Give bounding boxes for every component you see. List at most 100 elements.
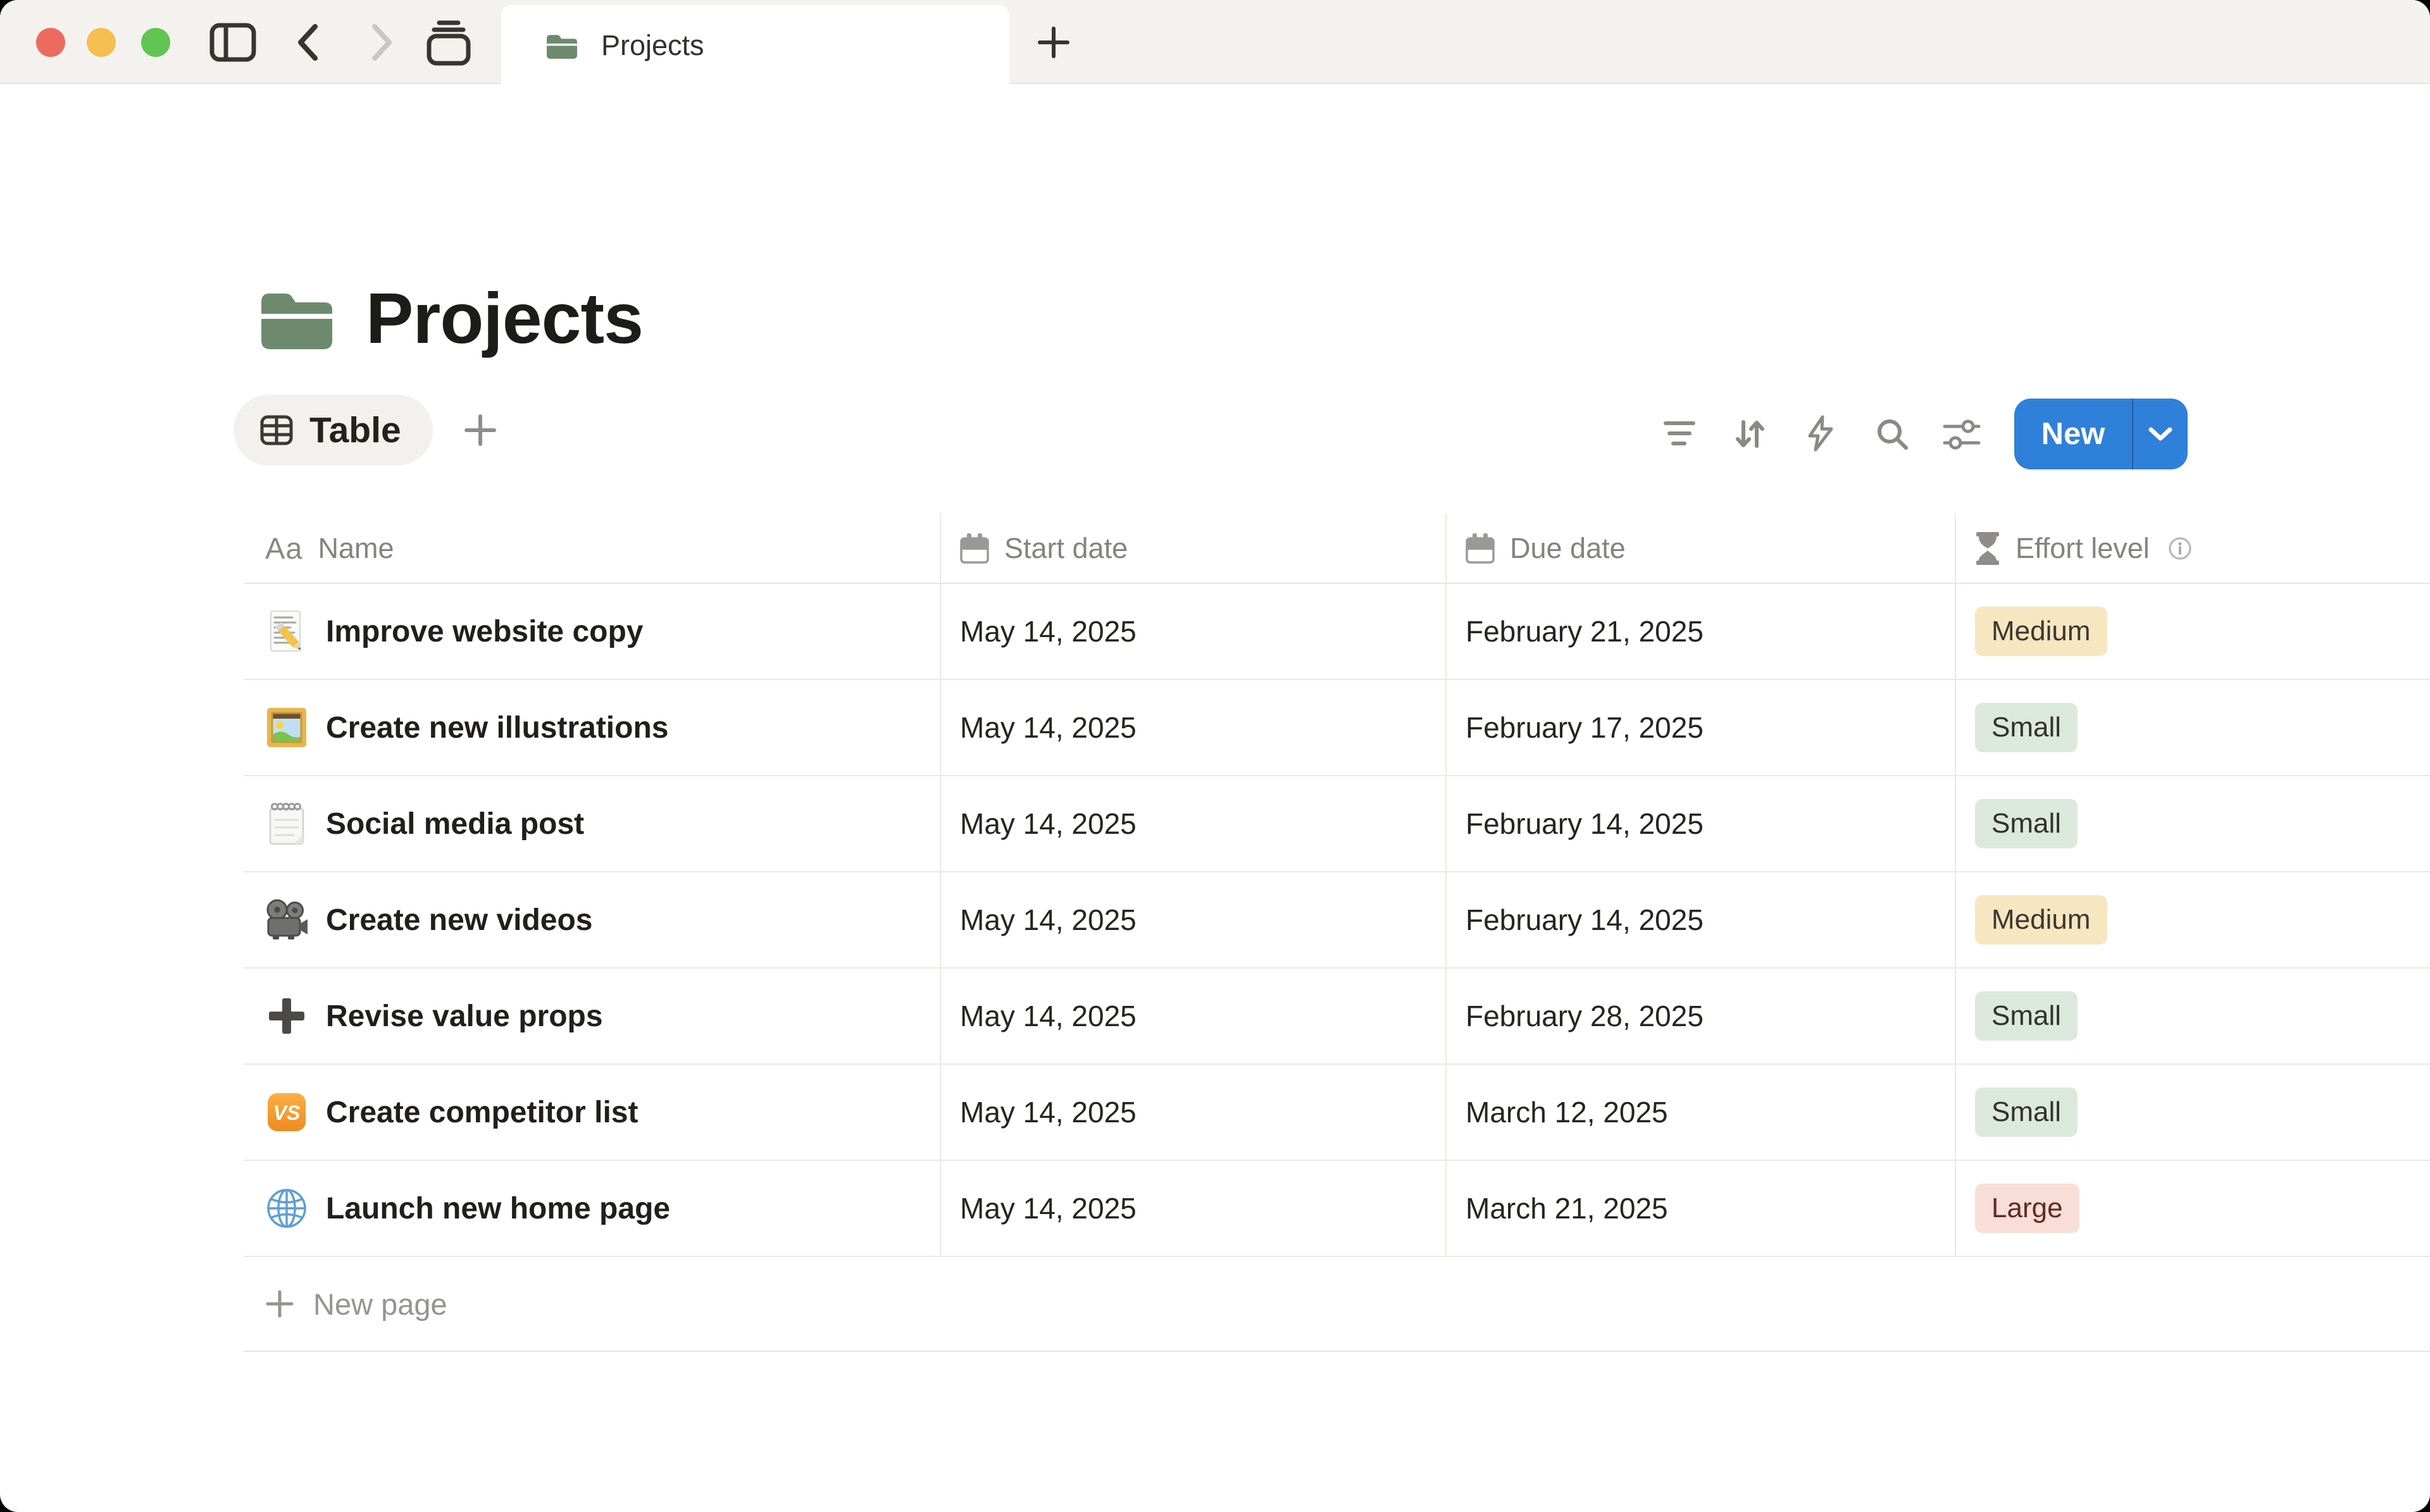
column-label: Name [318,532,394,565]
vs-badge-icon: VS [264,1089,309,1135]
column-label: Start date [1004,532,1128,565]
tab-title: Projects [601,29,704,62]
cell-effort-level[interactable]: Small [1956,1065,2430,1160]
cell-start-date[interactable]: May 14, 2025 [941,872,1447,967]
globe-icon [264,1186,309,1231]
view-settings-button[interactable] [1940,416,1983,453]
text-property-icon: Aa [265,531,303,566]
filter-button[interactable] [1659,415,1700,453]
cell-due-date[interactable]: February 14, 2025 [1447,776,1956,871]
tab-projects[interactable]: Projects [501,5,1009,85]
start-date-value: May 14, 2025 [960,710,1137,745]
search-icon [1874,416,1910,452]
chevron-right-icon [368,23,396,62]
cell-effort-level[interactable]: Small [1956,969,2430,1063]
cell-due-date[interactable]: February 17, 2025 [1447,680,1956,775]
page-name: Revise value props [326,999,603,1034]
tab-stack-icon [424,19,473,66]
new-page-label: New page [313,1287,447,1322]
cell-effort-level[interactable]: Medium [1956,872,2430,967]
new-button-dropdown[interactable] [2133,399,2188,469]
cell-due-date[interactable]: February 28, 2025 [1447,969,1956,1063]
table-row[interactable]: VS Create competitor list May 14, 2025 M… [244,1065,2430,1161]
cell-name[interactable]: Launch new home page [244,1161,941,1256]
search-button[interactable] [1872,414,1912,454]
page-title[interactable]: Projects [366,277,643,359]
page-icon-folder[interactable] [261,286,332,352]
effort-badge: Large [1975,1184,2079,1232]
cell-start-date[interactable]: May 14, 2025 [941,1161,1447,1256]
table-view-icon [260,414,293,447]
add-view-button[interactable] [458,407,503,453]
cell-effort-level[interactable]: Small [1956,680,2430,775]
column-header-effort-level[interactable]: Effort level [1956,514,2430,583]
start-date-value: May 14, 2025 [960,1191,1137,1225]
info-icon [2167,536,2193,561]
new-button[interactable]: New [2014,399,2188,469]
table-row[interactable]: Create new illustrations May 14, 2025 Fe… [244,680,2430,776]
plus-icon [265,1289,294,1318]
cell-due-date[interactable]: February 21, 2025 [1447,584,1956,679]
tab-stack-button[interactable] [420,18,477,67]
close-window-button[interactable] [36,28,65,57]
cell-start-date[interactable]: May 14, 2025 [941,680,1447,775]
table-row[interactable]: Revise value props May 14, 2025 February… [244,969,2430,1065]
chevron-down-icon [2148,426,2173,442]
cell-start-date[interactable]: May 14, 2025 [941,1065,1447,1160]
forward-button[interactable] [359,21,404,64]
cell-due-date[interactable]: March 12, 2025 [1447,1065,1956,1160]
sidebar-toggle-button[interactable] [208,21,258,64]
calendar-icon [960,533,989,564]
cell-name[interactable]: Social media post [244,776,941,871]
cell-name[interactable]: Create new illustrations [244,680,941,775]
heavy-plus-icon [264,993,309,1039]
cell-start-date[interactable]: May 14, 2025 [941,776,1447,871]
table-row[interactable]: Improve website copy May 14, 2025 Februa… [244,584,2430,680]
cell-start-date[interactable]: May 14, 2025 [941,969,1447,1063]
effort-badge: Small [1975,991,2078,1040]
cell-start-date[interactable]: May 14, 2025 [941,584,1447,679]
cell-due-date[interactable]: February 14, 2025 [1447,872,1956,967]
svg-text:VS: VS [273,1101,301,1124]
plus-icon [463,413,497,447]
column-header-start-date[interactable]: Start date [941,514,1447,583]
start-date-value: May 14, 2025 [960,903,1137,937]
new-button-label[interactable]: New [2014,399,2132,469]
table-row[interactable]: Social media post May 14, 2025 February … [244,776,2430,872]
cell-name[interactable]: VS Create competitor list [244,1065,941,1160]
due-date-value: February 28, 2025 [1466,999,1704,1033]
automations-button[interactable] [1802,412,1839,454]
minimize-window-button[interactable] [87,28,116,57]
green-folder-icon [261,286,332,349]
new-page-button[interactable]: New page [244,1257,2430,1352]
cell-effort-level[interactable]: Large [1956,1161,2430,1256]
cell-effort-level[interactable]: Medium [1956,584,2430,679]
due-date-value: February 21, 2025 [1466,614,1704,648]
zoom-window-button[interactable] [141,28,170,57]
due-date-value: February 17, 2025 [1466,710,1704,745]
column-header-due-date[interactable]: Due date [1447,514,1956,583]
table-row[interactable]: Launch new home page May 14, 2025 March … [244,1161,2430,1257]
view-tab-table[interactable]: Table [234,395,433,466]
column-header-name[interactable]: Aa Name [244,514,941,583]
page-name: Create new illustrations [326,710,668,745]
new-tab-button[interactable] [1031,23,1076,62]
effort-badge: Small [1975,703,2078,752]
cell-due-date[interactable]: March 21, 2025 [1447,1161,1956,1256]
effort-badge: Medium [1975,895,2107,944]
cell-name[interactable]: Create new videos [244,872,941,967]
framed-picture-icon [264,705,309,750]
sort-button[interactable] [1729,412,1771,455]
cell-name[interactable]: Improve website copy [244,584,941,679]
cell-name[interactable]: Revise value props [244,969,941,1063]
back-button[interactable] [286,21,330,64]
chevron-left-icon [294,23,322,62]
page-name: Create new videos [326,903,593,938]
plus-icon [1037,26,1070,59]
page-name: Create competitor list [326,1095,638,1130]
cell-effort-level[interactable]: Small [1956,776,2430,871]
due-date-value: February 14, 2025 [1466,807,1704,841]
view-label: Table [309,409,401,451]
table-row[interactable]: Create new videos May 14, 2025 February … [244,872,2430,969]
page-name: Social media post [326,807,584,841]
